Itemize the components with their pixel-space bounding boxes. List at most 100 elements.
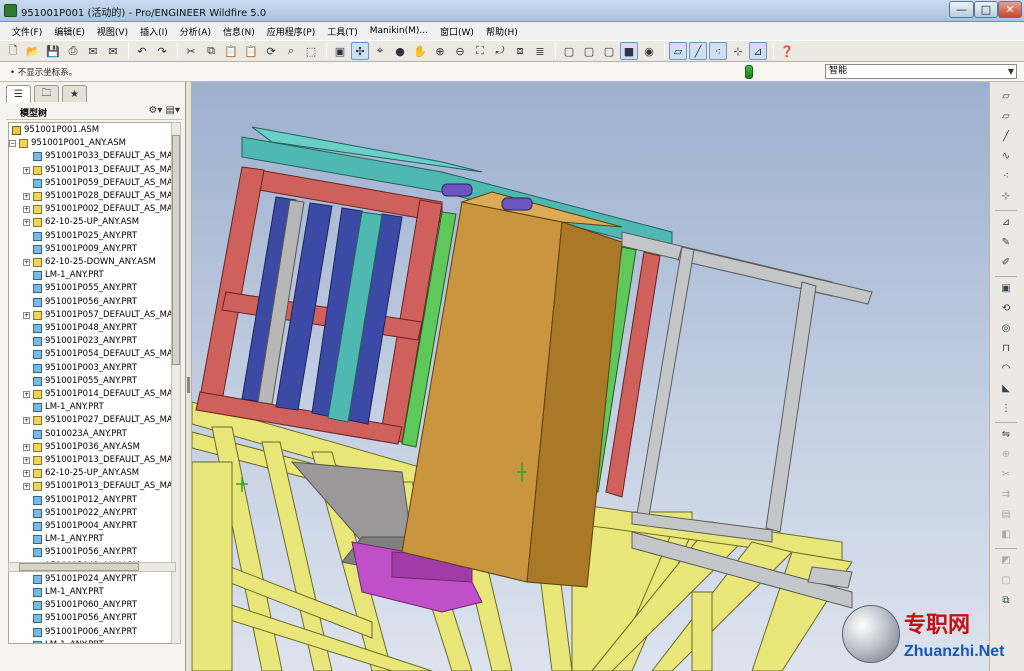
tree-item[interactable]: 951001P048_ANY.PRT <box>9 322 175 335</box>
thicken-icon[interactable]: ▤ <box>997 506 1015 523</box>
offset-icon[interactable]: ⇉ <box>997 486 1015 503</box>
extrude-icon[interactable]: ▣ <box>997 280 1015 297</box>
datum-axis-icon[interactable]: ╱ <box>997 128 1015 145</box>
shell-icon[interactable]: ▢ <box>997 572 1015 589</box>
scrollbar-thumb[interactable] <box>172 135 180 365</box>
merge-icon[interactable]: ⊕ <box>997 446 1015 463</box>
menu-view[interactable]: 视图(V) <box>91 25 134 38</box>
redo-icon[interactable]: ↷ <box>153 42 171 60</box>
solidify-icon[interactable]: ◧ <box>997 526 1015 543</box>
tree-item[interactable]: +62-10-25-UP_ANY.ASM <box>9 467 175 480</box>
tree-item[interactable]: LM-1_ANY.PRT <box>9 533 175 546</box>
tree-item[interactable]: +951001P013_DEFAULT_AS_MA <box>9 164 175 177</box>
menu-help[interactable]: 帮助(H) <box>480 25 524 38</box>
tree-item[interactable]: 951001P056_ANY.PRT <box>9 546 175 559</box>
tree-expander-icon[interactable]: + <box>23 417 30 425</box>
chamfer-icon[interactable]: ◣ <box>997 380 1015 397</box>
splitter-grip[interactable] <box>187 377 190 393</box>
cut-icon[interactable]: ✂ <box>182 42 200 60</box>
display-style-icon[interactable]: ● <box>391 42 409 60</box>
tree-item[interactable]: 951001P059_DEFAULT_AS_MA <box>9 177 175 190</box>
tree-horizontal-scrollbar[interactable] <box>8 562 176 572</box>
undo-icon[interactable]: ↶ <box>133 42 151 60</box>
model-tree-settings-icon[interactable]: ⚙▾ ▤▾ <box>148 105 180 116</box>
reorient-icon[interactable]: ⤾ <box>491 42 509 60</box>
tree-root[interactable]: 951001P001.ASM <box>9 124 175 137</box>
scrollbar-thumb[interactable] <box>19 563 139 571</box>
tree-expander-icon[interactable]: + <box>23 457 30 464</box>
tree-item[interactable]: 951001P022_ANY.PRT <box>9 507 175 520</box>
tree-item[interactable]: 951001P054_DEFAULT_AS_MA <box>9 348 175 361</box>
open-icon[interactable]: 📂 <box>24 42 42 60</box>
orient-icon[interactable]: ⌖ <box>371 42 389 60</box>
hidden-line-icon[interactable]: ▢ <box>580 42 598 60</box>
tree-item[interactable]: 951001P056_ANY.PRT <box>9 612 175 625</box>
menu-analysis[interactable]: 分析(A) <box>174 25 217 38</box>
tree-item[interactable]: − 951001P001_ANY.ASM <box>9 137 175 150</box>
annotation-icon[interactable]: ⊿ <box>749 42 767 60</box>
tree-item[interactable]: 951001P003_ANY.PRT <box>9 362 175 375</box>
context-help-icon[interactable]: ❓ <box>778 42 796 60</box>
tree-expander-icon[interactable]: + <box>23 311 30 319</box>
print-icon[interactable]: ⎙ <box>64 42 82 60</box>
tree-item[interactable]: 951001P033_DEFAULT_AS_MA <box>9 150 175 163</box>
save-icon[interactable]: 💾 <box>44 42 62 60</box>
menu-applications[interactable]: 应用程序(P) <box>261 25 321 38</box>
menu-edit[interactable]: 编辑(E) <box>48 25 91 38</box>
regenerate-icon[interactable]: ⟳ <box>262 42 280 60</box>
tree-item[interactable]: +951001P002_DEFAULT_AS_MA <box>9 203 175 216</box>
menu-insert[interactable]: 插入(I) <box>134 25 174 38</box>
tree-expander-icon[interactable]: − <box>9 140 16 148</box>
tree-item[interactable]: 951001P055_ANY.PRT <box>9 375 175 388</box>
tree-item[interactable]: 951001P009_ANY.PRT <box>9 243 175 256</box>
tree-item[interactable]: LM-1_ANY.PRT <box>9 639 175 643</box>
datum-point-icon[interactable]: ⁖ <box>709 42 727 60</box>
tree-expander-icon[interactable]: + <box>23 443 30 451</box>
paste-icon[interactable]: 📋 <box>222 42 240 60</box>
copy-icon[interactable]: ⧉ <box>202 42 220 60</box>
menu-info[interactable]: 信息(N) <box>217 25 261 38</box>
tree-item[interactable]: +62-10-25-DOWN_ANY.ASM <box>9 256 175 269</box>
paste-special-icon[interactable]: 📋 <box>242 42 260 60</box>
edit-icon[interactable]: ✐ <box>997 254 1015 271</box>
tree-item[interactable]: 951001P055_ANY.PRT <box>9 282 175 295</box>
tree-item[interactable]: 951001P023_ANY.PRT <box>9 335 175 348</box>
datum-axis-icon[interactable]: ╱ <box>689 42 707 60</box>
tree-item[interactable]: LM-1_ANY.PRT <box>9 401 175 414</box>
tree-item[interactable]: LM-1_ANY.PRT <box>9 269 175 282</box>
close-button[interactable]: ✕ <box>998 1 1022 18</box>
draft-icon[interactable]: ◩ <box>997 552 1015 569</box>
zoom-out-icon[interactable]: ⊖ <box>451 42 469 60</box>
tree-expander-icon[interactable]: + <box>23 259 30 266</box>
email-icon[interactable]: ✉ <box>84 42 102 60</box>
new-icon[interactable]: 🗋 <box>4 42 22 60</box>
spin-center-icon[interactable]: ✣ <box>351 42 369 60</box>
datum-plane-icon[interactable]: ▱ <box>669 42 687 60</box>
rib-icon[interactable]: ⊓ <box>997 340 1015 357</box>
datum-plane-icon[interactable]: ▱ <box>997 88 1015 105</box>
model-viewport[interactable] <box>192 82 989 671</box>
menu-manikin[interactable]: Manikin(M)... <box>364 26 434 36</box>
refit-icon[interactable]: ⛶ <box>471 42 489 60</box>
maximize-button[interactable]: □ <box>974 1 998 18</box>
tree-expander-icon[interactable]: + <box>23 483 30 491</box>
tab-favorites[interactable]: ★ <box>62 85 87 102</box>
datum-point-icon[interactable]: ⁖ <box>997 168 1015 185</box>
selection-filter[interactable]: 智能 ▼ <box>825 64 1017 79</box>
tree-item[interactable]: LM-1_ANY.PRT <box>9 586 175 599</box>
revolve-icon[interactable]: ⟲ <box>997 300 1015 317</box>
tab-folder-browser[interactable]: 🗀 <box>34 85 59 102</box>
round-icon[interactable]: ◠ <box>997 360 1015 377</box>
minimize-button[interactable]: — <box>949 1 974 18</box>
email-link-icon[interactable]: ✉ <box>104 42 122 60</box>
menu-file[interactable]: 文件(F) <box>6 25 48 38</box>
saved-views-icon[interactable]: ⧈ <box>511 42 529 60</box>
no-hidden-icon[interactable]: ▢ <box>600 42 618 60</box>
graphics-window[interactable] <box>192 82 989 671</box>
mirror-icon[interactable]: ⇋ <box>997 426 1015 443</box>
tree-item[interactable]: 951001P012_ANY.PRT <box>9 494 175 507</box>
tree-item[interactable]: 951001P056_ANY.PRT <box>9 296 175 309</box>
tree-expander-icon[interactable]: + <box>23 193 30 200</box>
datum-curve-icon[interactable]: ∿ <box>997 148 1015 165</box>
tree-item[interactable]: 951001P006_ANY.PRT <box>9 626 175 639</box>
